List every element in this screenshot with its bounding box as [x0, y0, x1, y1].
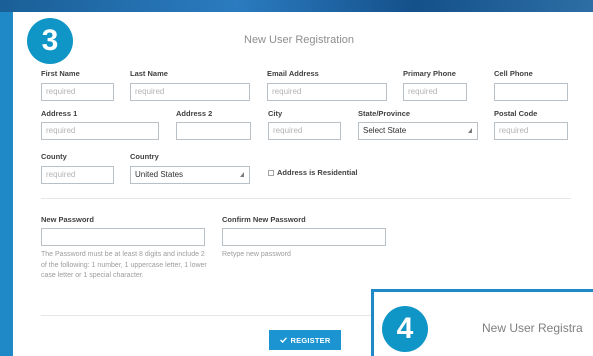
last-name-label: Last Name [130, 69, 168, 78]
first-name-label: First Name [41, 69, 80, 78]
email-label: Email Address [267, 69, 319, 78]
new-password-input[interactable] [41, 228, 205, 246]
country-label: Country [130, 152, 159, 161]
step-badge-4: 4 [382, 306, 428, 352]
postal-code-label: Postal Code [494, 109, 538, 118]
cell-phone-label: Cell Phone [494, 69, 533, 78]
dropdown-arrow-icon [240, 172, 244, 177]
address2-label: Address 2 [176, 109, 213, 118]
primary-phone-input[interactable]: required [403, 83, 467, 101]
city-label: City [268, 109, 283, 118]
header-banner [0, 0, 593, 12]
last-name-input[interactable]: required [130, 83, 250, 101]
county-label: County [41, 152, 67, 161]
primary-phone-label: Primary Phone [403, 69, 456, 78]
email-input[interactable]: required [267, 83, 387, 101]
confirm-password-label: Confirm New Password [222, 215, 306, 224]
city-input[interactable]: required [268, 122, 341, 140]
first-name-input[interactable]: required [41, 83, 114, 101]
country-select-value: United States [135, 170, 184, 179]
country-select[interactable]: United States [130, 166, 250, 184]
confirm-password-help-text: Retype new password [222, 251, 291, 258]
checkmark-icon [279, 337, 287, 343]
step-badge-3: 3 [27, 18, 73, 64]
address2-input[interactable] [176, 122, 251, 140]
residential-checkbox[interactable] [268, 170, 274, 176]
cell-phone-input[interactable] [494, 83, 568, 101]
address1-label: Address 1 [41, 109, 78, 118]
step-4-title: New User Registra [482, 321, 583, 335]
register-button[interactable]: REGISTER [269, 330, 341, 350]
register-button-label: REGISTER [290, 335, 331, 345]
state-select[interactable]: Select State [358, 122, 478, 140]
state-label: State/Province [358, 109, 411, 118]
residential-label: Address is Residential [277, 168, 358, 177]
state-select-value: Select State [363, 126, 407, 135]
county-input[interactable]: required [41, 166, 114, 184]
address1-input[interactable]: required [41, 122, 159, 140]
section-divider [41, 198, 571, 199]
page-title: New User Registration [244, 34, 355, 46]
step-4-panel: 4 New User Registra [371, 289, 593, 356]
password-help-text: The Password must be at least 8 digits a… [41, 251, 207, 279]
footer-divider [41, 315, 381, 316]
confirm-password-input[interactable] [222, 228, 386, 246]
postal-code-input[interactable]: required [494, 122, 568, 140]
new-password-label: New Password [41, 215, 94, 224]
dropdown-arrow-icon [468, 128, 472, 133]
